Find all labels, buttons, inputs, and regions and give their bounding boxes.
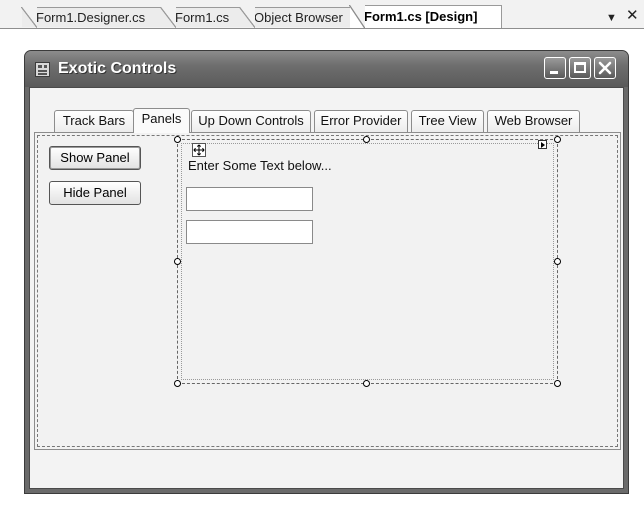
tab-error-provider[interactable]: Error Provider [314, 110, 408, 132]
hide-panel-button[interactable]: Hide Panel [49, 181, 141, 205]
doc-tab-form1-design[interactable]: Form1.cs [Design] [349, 5, 502, 29]
resize-handle[interactable] [174, 380, 181, 387]
doc-tab-label: Object Browser [254, 10, 343, 25]
show-panel-button[interactable]: Show Panel [49, 146, 141, 170]
chevron-down-icon[interactable]: ▼ [606, 9, 617, 27]
smart-tag-arrow-icon[interactable] [538, 140, 547, 149]
doc-tab-form1-designer[interactable]: Form1.Designer.cs [21, 7, 176, 28]
tab-web-browser[interactable]: Web Browser [487, 110, 580, 132]
panel-label: Enter Some Text below... [188, 158, 332, 173]
form-titlebar[interactable]: Exotic Controls [25, 51, 628, 87]
form-window: Exotic Controls Track Bars Panels Up Dow… [24, 50, 629, 494]
tab-track-bars[interactable]: Track Bars [54, 110, 134, 132]
resize-handle[interactable] [554, 380, 561, 387]
minimize-icon[interactable] [544, 57, 566, 79]
tab-label: Web Browser [494, 113, 573, 128]
move-icon[interactable] [192, 143, 206, 157]
tab-label: Track Bars [62, 113, 126, 128]
tab-label: Up Down Controls [198, 113, 304, 128]
doc-tab-form1-cs[interactable]: Form1.cs [160, 7, 247, 28]
resize-handle[interactable] [363, 136, 370, 143]
tab-page-panels: Show Panel Hide Panel Enter Some Text be… [34, 132, 621, 450]
text-input-2[interactable] [186, 220, 313, 244]
document-tab-strip: Form1.Designer.cs Form1.cs Object Browse… [0, 0, 644, 29]
doc-tab-object-browser[interactable]: Object Browser [239, 7, 360, 28]
form-icon [35, 62, 50, 77]
resize-handle[interactable] [554, 136, 561, 143]
doc-tab-label: Form1.cs [175, 10, 230, 25]
text-input-1[interactable] [186, 187, 313, 211]
tab-label: Error Provider [320, 113, 402, 128]
resize-handle[interactable] [363, 380, 370, 387]
close-icon[interactable]: ✕ [626, 7, 639, 25]
tab-label: Tree View [418, 113, 477, 128]
panel-inner-border [181, 143, 554, 380]
panel[interactable]: Enter Some Text below... [174, 136, 561, 387]
resize-handle[interactable] [174, 258, 181, 265]
resize-handle[interactable] [174, 136, 181, 143]
tab-up-down-controls[interactable]: Up Down Controls [191, 110, 311, 132]
window-title: Exotic Controls [58, 60, 177, 77]
tab-tree-view[interactable]: Tree View [411, 110, 484, 132]
tab-label: Panels [141, 111, 182, 126]
close-icon[interactable] [594, 57, 616, 79]
form-client-area: Track Bars Panels Up Down Controls Error… [29, 87, 624, 489]
doc-tab-label: Form1.cs [Design] [364, 9, 478, 24]
doc-tab-label: Form1.Designer.cs [36, 10, 146, 25]
maximize-icon[interactable] [569, 57, 591, 79]
tab-panels[interactable]: Panels [133, 108, 190, 133]
resize-handle[interactable] [554, 258, 561, 265]
